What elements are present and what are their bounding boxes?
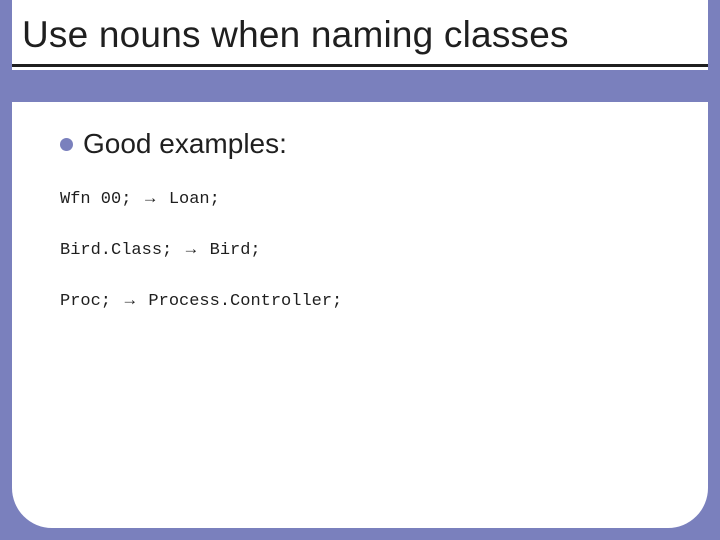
- arrow-icon: →: [142, 188, 159, 207]
- example-to: Process.Controller;: [148, 292, 342, 311]
- example-line: Wfn 00; → Loan;: [60, 188, 668, 209]
- arrow-icon: →: [182, 239, 199, 258]
- slide-content: Good examples: Wfn 00; → Loan; Bird.Clas…: [60, 128, 668, 341]
- bullet-dot-icon: [60, 138, 73, 151]
- bullet-item: Good examples:: [60, 128, 668, 160]
- example-from: Bird.Class;: [60, 241, 172, 260]
- bullet-text: Good examples:: [83, 128, 287, 160]
- arrow-icon: →: [121, 290, 138, 309]
- example-line: Bird.Class; → Bird;: [60, 239, 668, 260]
- example-to: Bird;: [210, 241, 261, 260]
- example-from: Wfn 00;: [60, 190, 131, 209]
- example-to: Loan;: [169, 190, 220, 209]
- example-from: Proc;: [60, 292, 111, 311]
- example-line: Proc; → Process.Controller;: [60, 290, 668, 311]
